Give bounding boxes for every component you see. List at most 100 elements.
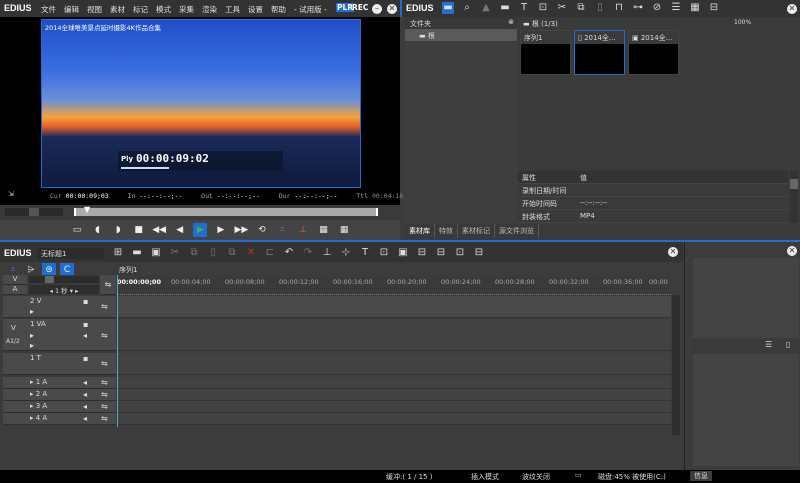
- lane-1va[interactable]: [117, 319, 671, 351]
- timeline-scrollbar[interactable]: [672, 295, 680, 435]
- redo-icon[interactable]: ↷: [302, 247, 314, 259]
- export-alt-icon[interactable]: ▦: [337, 223, 351, 237]
- marker-icon[interactable]: ⊥: [321, 247, 333, 259]
- clip-thumbnail[interactable]: 序列1: [520, 30, 571, 75]
- fast-forward-icon[interactable]: ▶▶: [234, 223, 248, 237]
- lane-1a[interactable]: [117, 377, 671, 389]
- bin-close-icon[interactable]: ✕: [787, 4, 797, 14]
- a-patch[interactable]: A1/2: [6, 338, 20, 345]
- sync-icon[interactable]: ⊟: [416, 247, 428, 259]
- list-icon[interactable]: ☰: [765, 340, 772, 349]
- track-1a[interactable]: ▸ 1 A ◂ ⇋: [3, 377, 116, 389]
- playhead-marker[interactable]: ▼: [84, 205, 90, 214]
- v-patch[interactable]: V: [11, 324, 16, 332]
- track-1t[interactable]: 1 T ▪ ⇋: [3, 353, 116, 375]
- title-icon[interactable]: T: [518, 2, 530, 14]
- menu-render[interactable]: 渲染: [202, 5, 217, 14]
- timeline-lanes[interactable]: [117, 275, 671, 427]
- shuttle-slider[interactable]: [5, 208, 63, 216]
- sequence-icon[interactable]: ⊞: [112, 247, 124, 259]
- menu-view[interactable]: 视图: [87, 5, 102, 14]
- ripple-delete-icon[interactable]: ⊏: [264, 247, 276, 259]
- speaker-icon[interactable]: ◂: [83, 390, 87, 399]
- track-3a[interactable]: ▸ 3 A ◂ ⇋: [3, 401, 116, 413]
- timeline-cursor[interactable]: [117, 275, 118, 427]
- open-project-icon[interactable]: ▬: [131, 247, 143, 259]
- zoom-slider[interactable]: [29, 276, 99, 283]
- trash-icon[interactable]: ▯: [786, 340, 790, 349]
- speaker-icon[interactable]: ◂: [83, 402, 87, 411]
- status-ripple[interactable]: 波纹关闭: [522, 472, 550, 482]
- speaker-icon[interactable]: ◂: [83, 331, 87, 340]
- delete-icon[interactable]: ✕: [245, 247, 257, 259]
- thumbnail-view-icon[interactable]: ▦: [689, 2, 701, 14]
- lane-2v[interactable]: [117, 296, 671, 318]
- status-insert-mode[interactable]: 插入模式: [471, 472, 499, 482]
- menu-mode[interactable]: 模式: [156, 5, 171, 14]
- folder-close-icon[interactable]: ⊗: [508, 18, 514, 26]
- tab-bin[interactable]: 素材库: [405, 224, 435, 238]
- set-in-icon[interactable]: ◖: [91, 223, 105, 237]
- props-scrollbar[interactable]: [790, 171, 798, 223]
- add-clip-icon[interactable]: ⊡: [537, 2, 549, 14]
- save-icon[interactable]: ▣: [150, 247, 162, 259]
- loop-icon[interactable]: ⟲: [255, 223, 269, 237]
- overwrite-icon[interactable]: ⊥: [296, 223, 310, 237]
- insert-icon[interactable]: ⩡: [275, 223, 289, 237]
- menu-tools[interactable]: 工具: [225, 5, 240, 14]
- export-icon[interactable]: ▣: [397, 247, 409, 259]
- lane-4a[interactable]: [117, 413, 671, 425]
- video-toggle[interactable]: V: [3, 275, 27, 285]
- position-bar[interactable]: [74, 208, 378, 216]
- tab-source-browser[interactable]: 源文件浏览: [495, 224, 539, 238]
- render-icon[interactable]: ⊡: [378, 247, 390, 259]
- cut-icon[interactable]: ✂: [556, 2, 568, 14]
- speaker-icon[interactable]: ◂: [83, 378, 87, 387]
- paste-icon[interactable]: ▯: [594, 2, 606, 14]
- track-2v[interactable]: 2 V ▸ ▪ ⇋: [3, 296, 116, 318]
- tab-effects[interactable]: 特效: [435, 224, 458, 238]
- timeline-ruler[interactable]: 00:00:00;00 00:00:04;00 00:00:08;00 00:0…: [117, 275, 671, 295]
- track-4a[interactable]: ▸ 4 A ◂ ⇋: [3, 413, 116, 425]
- tab-info[interactable]: 信息: [690, 471, 712, 481]
- rec-button[interactable]: REC: [352, 3, 368, 12]
- track-2a[interactable]: ▸ 2 A ◂ ⇋: [3, 389, 116, 401]
- audio-mixer-icon[interactable]: ⊟: [435, 247, 447, 259]
- show-in-player-icon[interactable]: ⊓: [613, 2, 625, 14]
- add-to-timeline-icon[interactable]: ⊶: [632, 2, 644, 14]
- set-out-icon[interactable]: ◗: [111, 223, 125, 237]
- step-back-icon[interactable]: ◀: [173, 223, 187, 237]
- stop-icon[interactable]: ■: [132, 223, 146, 237]
- track-visibility-icon[interactable]: ▪: [83, 354, 88, 363]
- export-icon[interactable]: ▦: [317, 223, 331, 237]
- list-view-icon[interactable]: ☰: [670, 2, 682, 14]
- safe-area-icon[interactable]: ⇲: [8, 190, 14, 198]
- copy-icon[interactable]: ⧉: [575, 2, 587, 14]
- timeline-close-icon[interactable]: ✕: [668, 247, 678, 257]
- properties-icon[interactable]: ⊟: [708, 2, 720, 14]
- title-icon[interactable]: T: [359, 247, 371, 259]
- folder-icon[interactable]: ▬: [442, 2, 454, 14]
- menu-clip[interactable]: 素材: [110, 5, 125, 14]
- menu-settings[interactable]: 设置: [248, 5, 263, 14]
- info-close-icon[interactable]: ✕: [787, 246, 797, 256]
- cut-icon[interactable]: ✂: [169, 247, 181, 259]
- undo-icon[interactable]: ↶: [283, 247, 295, 259]
- minimize-icon[interactable]: –: [372, 4, 382, 14]
- up-icon[interactable]: ▲: [480, 2, 492, 14]
- clip-thumbnail[interactable]: ▯ 2014全...: [574, 30, 625, 75]
- lane-3a[interactable]: [117, 401, 671, 413]
- folder-root[interactable]: ▬ 根: [405, 29, 517, 41]
- rewind-icon[interactable]: ◀◀: [152, 223, 166, 237]
- play-icon[interactable]: ▶: [193, 223, 208, 237]
- audio-toggle[interactable]: A: [3, 285, 27, 295]
- clip-thumbnail[interactable]: ▣ 2014全...: [628, 30, 679, 75]
- menu-marker[interactable]: 标记: [133, 5, 148, 14]
- menu-file[interactable]: 文件: [41, 5, 56, 14]
- speaker-icon[interactable]: ◂: [83, 414, 87, 423]
- delete-icon[interactable]: ⊘: [651, 2, 663, 14]
- search-icon[interactable]: ⌕: [461, 2, 473, 14]
- track-visibility-icon[interactable]: ▪: [83, 320, 88, 329]
- sync-toggle[interactable]: ⇋: [100, 275, 116, 295]
- lane-1t[interactable]: [117, 353, 671, 375]
